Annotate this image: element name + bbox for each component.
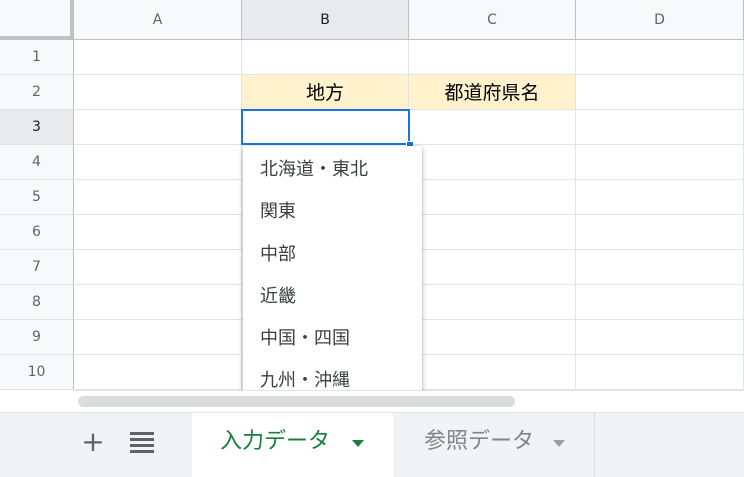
cell-a6[interactable] <box>74 215 242 250</box>
cell-d7[interactable] <box>576 250 744 285</box>
row-header-1[interactable]: 1 <box>0 40 74 75</box>
row-header-10[interactable]: 10 <box>0 355 74 390</box>
row-header-8[interactable]: 8 <box>0 285 74 320</box>
cell-a7[interactable] <box>74 250 242 285</box>
dropdown-option[interactable]: 近畿 <box>243 277 422 319</box>
column-header-b[interactable]: B <box>242 0 409 40</box>
cell-c6[interactable] <box>409 215 576 250</box>
list-icon-line <box>130 438 154 441</box>
sheet-tab-reference-data[interactable]: 参照データ <box>396 413 595 477</box>
caret-down-icon[interactable] <box>352 440 364 447</box>
dropdown-option[interactable]: 中国・四国 <box>243 319 422 361</box>
cell-a8[interactable] <box>74 285 242 320</box>
sheet-tab-bar: + 入力データ 参照データ <box>0 412 744 477</box>
dropdown-option[interactable]: 関東 <box>243 192 422 234</box>
sheet-tab-label: 参照データ <box>424 429 535 454</box>
validation-dropdown: 北海道・東北 関東 中部 近畿 中国・四国 九州・沖縄 <box>243 146 422 403</box>
row-header-9[interactable]: 9 <box>0 320 74 355</box>
horizontal-scrollbar-thumb[interactable] <box>78 396 515 407</box>
cell-d8[interactable] <box>576 285 744 320</box>
cell-a5[interactable] <box>74 180 242 215</box>
column-header-d[interactable]: D <box>576 0 744 40</box>
column-header-a[interactable]: A <box>74 0 242 40</box>
cell-a3[interactable] <box>74 110 242 145</box>
cell-c10[interactable] <box>409 355 576 390</box>
cell-d5[interactable] <box>576 180 744 215</box>
cell-a1[interactable] <box>74 40 242 75</box>
sheet-tab-input-data[interactable]: 入力データ <box>192 413 393 477</box>
cell-a2[interactable] <box>74 75 242 110</box>
row-header-5[interactable]: 5 <box>0 180 74 215</box>
cell-c1[interactable] <box>409 40 576 75</box>
cell-d3[interactable] <box>576 110 744 145</box>
row-header-6[interactable]: 6 <box>0 215 74 250</box>
cell-c3[interactable] <box>409 110 576 145</box>
cell-d1[interactable] <box>576 40 744 75</box>
active-cell-selection[interactable] <box>241 109 410 145</box>
cell-b1[interactable] <box>242 40 409 75</box>
cell-c5[interactable] <box>409 180 576 215</box>
cell-d2[interactable] <box>576 75 744 110</box>
cell-b2[interactable]: 地方 <box>242 75 409 110</box>
row-header-3[interactable]: 3 <box>0 110 74 145</box>
cell-d10[interactable] <box>576 355 744 390</box>
list-icon-line <box>130 450 154 453</box>
cell-d6[interactable] <box>576 215 744 250</box>
cell-c4[interactable] <box>409 145 576 180</box>
row-header-2[interactable]: 2 <box>0 75 74 110</box>
dropdown-option[interactable]: 中部 <box>243 235 422 277</box>
list-icon-line <box>130 432 154 435</box>
cell-d4[interactable] <box>576 145 744 180</box>
list-icon-line <box>130 444 154 447</box>
column-header-c[interactable]: C <box>409 0 576 40</box>
cell-c8[interactable] <box>409 285 576 320</box>
add-sheet-button[interactable]: + <box>78 427 108 457</box>
cell-c2[interactable]: 都道府県名 <box>409 75 576 110</box>
cell-a9[interactable] <box>74 320 242 355</box>
select-all-corner[interactable] <box>0 0 74 40</box>
row-header-7[interactable]: 7 <box>0 250 74 285</box>
cell-c9[interactable] <box>409 320 576 355</box>
cell-c7[interactable] <box>409 250 576 285</box>
cell-a10[interactable] <box>74 355 242 390</box>
row-header-4[interactable]: 4 <box>0 145 74 180</box>
dropdown-option[interactable]: 北海道・東北 <box>243 150 422 192</box>
caret-down-icon[interactable] <box>553 440 565 447</box>
cell-d9[interactable] <box>576 320 744 355</box>
all-sheets-button[interactable] <box>130 432 154 456</box>
sheet-tab-label: 入力データ <box>220 429 331 454</box>
cell-a4[interactable] <box>74 145 242 180</box>
